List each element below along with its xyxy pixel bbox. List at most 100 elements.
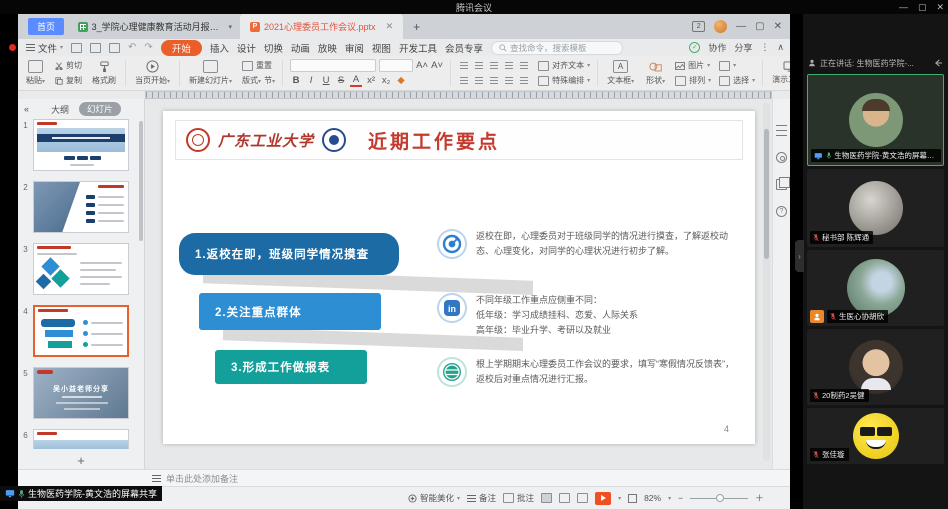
text-box-button[interactable]: A 文本框▾	[603, 58, 638, 88]
maximize-button[interactable]: ▢	[918, 2, 927, 13]
zoom-in-button[interactable]: ＋	[755, 492, 764, 504]
underline-button[interactable]: U	[320, 75, 332, 86]
more-menu-icon[interactable]: ⋮	[760, 42, 769, 53]
new-tab-button[interactable]: +	[413, 20, 420, 34]
zoom-slider[interactable]	[690, 498, 748, 499]
ribbon-tab-design[interactable]: 设计	[237, 41, 256, 55]
tab-outline[interactable]: 大纲	[51, 103, 69, 116]
zoom-out-button[interactable]: −	[678, 493, 683, 503]
align-right-icon[interactable]	[488, 75, 500, 86]
ribbon-tab-slideshow[interactable]: 放映	[318, 41, 337, 55]
home-tab-button[interactable]: 首页	[28, 18, 64, 35]
play-from-current-button[interactable]: 当页开始▾	[131, 58, 174, 88]
ribbon-tab-animation[interactable]: 动画	[291, 41, 310, 55]
align-text-button[interactable]: 对齐文本▾	[536, 59, 592, 73]
participant-tile[interactable]: 张佳璇	[807, 408, 944, 464]
ribbon-tab-start[interactable]: 开始	[161, 40, 202, 56]
subscript-button[interactable]: x₂	[380, 75, 392, 86]
add-slide-button[interactable]: +	[18, 455, 144, 469]
notes-bar[interactable]: 单击此处添加备注	[18, 469, 790, 486]
normal-view-button[interactable]	[541, 493, 552, 503]
slide-thumbnail[interactable]: 5 吴小益老师分享	[18, 367, 144, 419]
cut-button[interactable]: 剪切	[53, 59, 84, 73]
line-spacing-icon[interactable]	[518, 60, 530, 71]
section-button[interactable]: 节▾	[264, 75, 275, 86]
current-slide[interactable]: 广东工业大学 近期工作要点 1.返校在即，班级同学情况摸查 2.关注重点群体 3…	[163, 111, 755, 444]
wps-restore-button[interactable]: ▢	[755, 21, 764, 32]
ribbon-tab-view[interactable]: 视图	[372, 41, 391, 55]
zoom-level[interactable]: 82%	[644, 493, 661, 503]
decrease-indent-icon[interactable]	[488, 60, 500, 71]
window-switch-icon[interactable]: 2	[692, 21, 705, 32]
presenter-tools-button[interactable]: 演示工具▾	[768, 58, 790, 88]
layout-button[interactable]: 版式▾	[242, 75, 261, 86]
ribbon-tab-review[interactable]: 审阅	[345, 41, 364, 55]
picture-button[interactable]: 图片▾	[673, 59, 713, 73]
print-icon[interactable]	[90, 43, 101, 53]
distribute-icon[interactable]	[518, 75, 530, 86]
canvas-scrollbar[interactable]	[763, 103, 770, 461]
arrange-button[interactable]: 排列▾	[673, 74, 713, 88]
superscript-button[interactable]: x²	[365, 75, 377, 86]
account-avatar[interactable]	[714, 20, 727, 33]
slide-sorter-view-button[interactable]	[559, 493, 570, 503]
participant-tile[interactable]: 秘书部 陈辉通	[807, 169, 944, 247]
strikethrough-button[interactable]: S	[335, 75, 347, 86]
close-button[interactable]: ✕	[936, 2, 944, 13]
share-button[interactable]: 分享	[734, 41, 752, 54]
tab-slides[interactable]: 幻灯片	[79, 102, 121, 116]
decrease-font-button[interactable]: A˅	[431, 60, 443, 71]
collapse-panel-handle[interactable]: ›	[795, 240, 804, 272]
new-slide-button[interactable]: 新建幻灯片▾	[185, 58, 236, 88]
ribbon-tab-insert[interactable]: 插入	[210, 41, 229, 55]
wps-close-button[interactable]: ✕	[774, 21, 782, 32]
smart-beautify-button[interactable]: 智能美化▾	[408, 492, 460, 504]
copy-button[interactable]: 复制	[53, 74, 84, 88]
effects-button[interactable]: ▾	[717, 59, 757, 73]
file-menu[interactable]: 文件 ▾	[26, 41, 63, 55]
window-panel-icon[interactable]	[776, 179, 787, 190]
participant-tile[interactable]: 20制药2吴健	[807, 329, 944, 405]
collaborate-button[interactable]: 协作	[708, 41, 726, 54]
back-arrow-icon[interactable]	[934, 59, 943, 67]
thumbnail-scrollbar[interactable]	[139, 121, 143, 241]
ribbon-tab-member[interactable]: 会员专享	[445, 41, 483, 55]
notes-toggle-button[interactable]: 备注	[467, 492, 496, 504]
ribbon-tab-devtools[interactable]: 开发工具	[399, 41, 437, 55]
collapse-ribbon-icon[interactable]: ∧	[777, 42, 784, 53]
slide-thumbnail[interactable]: 1	[18, 119, 144, 171]
tab-monthly-report[interactable]: 3_学院心理健康教育活动月报表(1) ▾	[70, 14, 240, 39]
paste-button[interactable]: 粘贴▾	[22, 58, 49, 88]
collapse-panel-icon[interactable]: «	[24, 104, 29, 114]
cloud-sync-icon[interactable]: ✓	[689, 42, 700, 53]
increase-indent-icon[interactable]	[503, 60, 515, 71]
special-arrange-button[interactable]: 特殊编排▾	[536, 74, 592, 88]
reset-button[interactable]: 重置	[240, 59, 277, 73]
command-search-input[interactable]: 查找命令，搜索模板	[491, 41, 623, 55]
save-icon[interactable]	[71, 43, 82, 53]
settings-sliders-icon[interactable]	[776, 125, 787, 136]
numbered-list-icon[interactable]	[473, 60, 485, 71]
slide-thumbnail[interactable]: 3	[18, 243, 144, 295]
align-left-icon[interactable]	[458, 75, 470, 86]
font-name-select[interactable]	[290, 59, 376, 72]
participant-tile[interactable]: 生医心协胡欣	[807, 250, 944, 326]
slide-thumbnail[interactable]: 2	[18, 181, 144, 233]
format-painter-button[interactable]: 格式刷	[88, 58, 120, 88]
fit-slide-icon[interactable]	[628, 494, 637, 503]
slideshow-play-button[interactable]	[595, 492, 611, 505]
font-size-select[interactable]	[379, 59, 413, 72]
close-tab-icon[interactable]: ✕	[386, 21, 394, 32]
participant-tile[interactable]: 生物医药学院-黄文浩的屏幕共享	[807, 74, 944, 166]
ribbon-tab-transition[interactable]: 切换	[264, 41, 283, 55]
slide-thumbnail[interactable]: 6	[18, 429, 144, 449]
tab-ppt-active[interactable]: P 2021心理委员工作会议.pptx ✕	[240, 14, 403, 39]
help-icon[interactable]: ?	[776, 206, 787, 217]
reading-view-button[interactable]	[577, 493, 588, 503]
justify-icon[interactable]	[503, 75, 515, 86]
align-center-icon[interactable]	[473, 75, 485, 86]
font-color-button[interactable]: A	[350, 74, 362, 87]
gear-icon[interactable]	[776, 152, 787, 163]
shape-button[interactable]: 形状▾	[642, 58, 669, 88]
highlight-button[interactable]: ◆	[395, 75, 407, 86]
